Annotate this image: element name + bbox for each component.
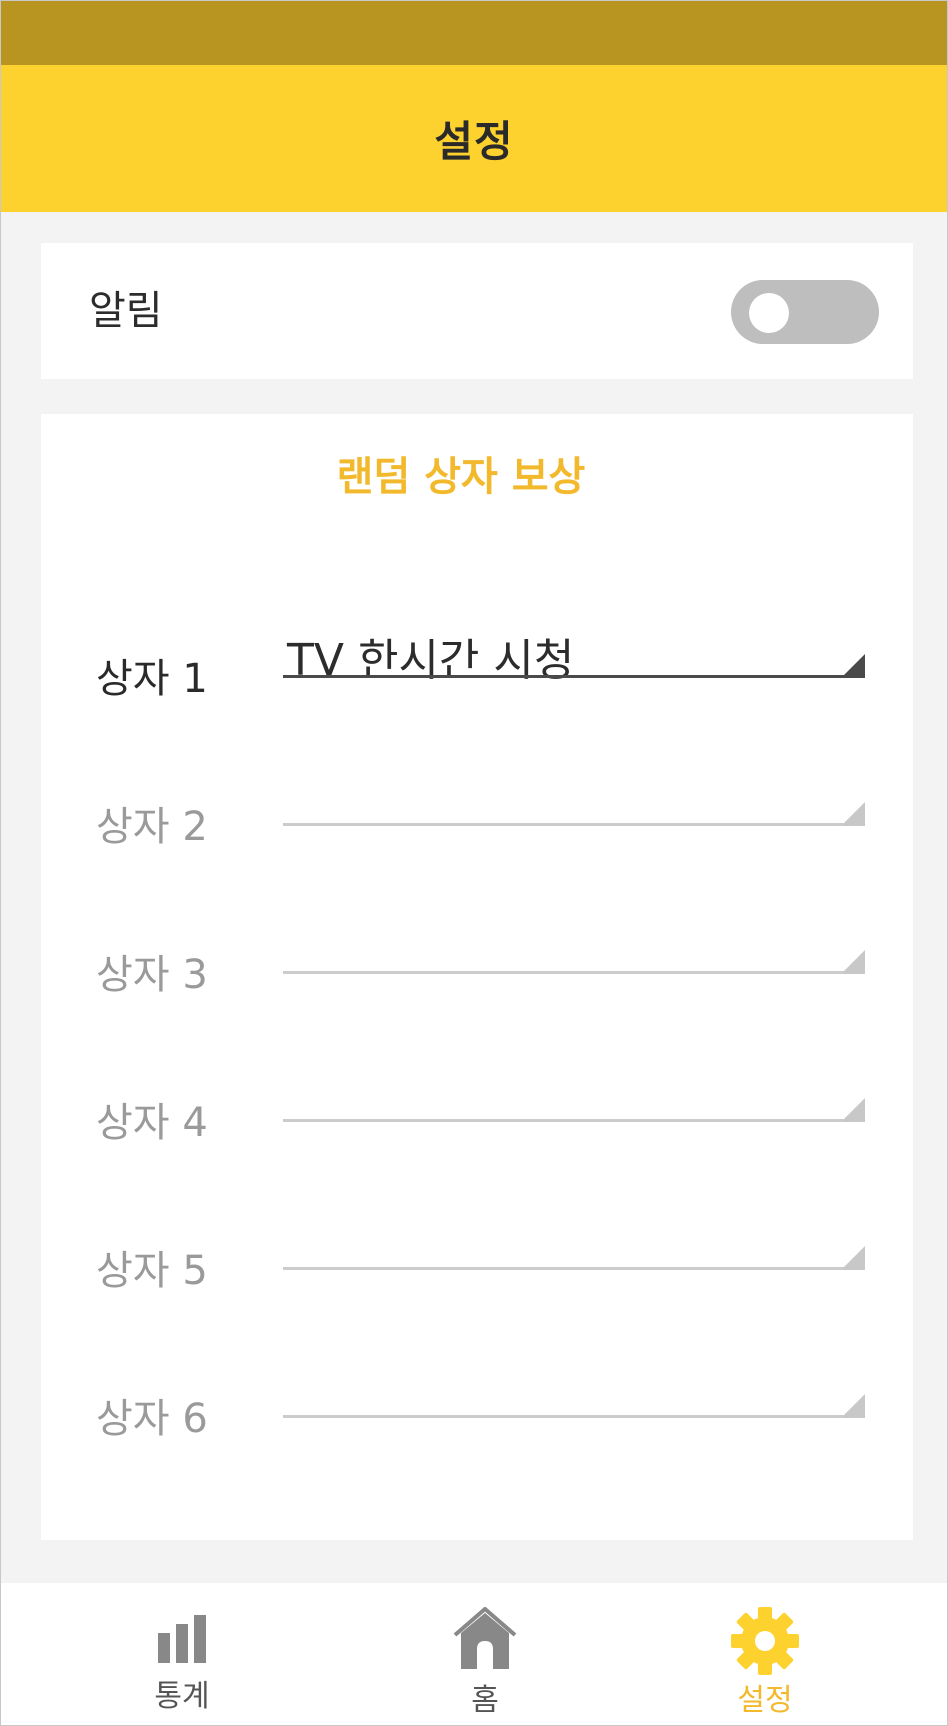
alarm-toggle[interactable] (731, 280, 879, 344)
alarm-setting-card: 알림 (41, 243, 913, 379)
box-label: 상자 2 (96, 804, 208, 850)
page-title: 설정 (434, 117, 514, 166)
home-icon (453, 1607, 517, 1669)
nav-label: 통계 (154, 1679, 210, 1714)
box-row-6: 상자 6 (41, 1344, 913, 1444)
box-row-1: 상자 1 TV 한시간 시청 (41, 604, 913, 704)
nav-item-stats[interactable]: 통계 (82, 1583, 282, 1725)
box-label: 상자 6 (96, 1396, 208, 1442)
dropdown-corner-icon (841, 802, 865, 826)
app-frame: 설정 알림 랜덤 상자 보상 상자 1 TV 한시간 시청 상자 2 상자 3 … (0, 0, 948, 1726)
status-bar (1, 1, 947, 65)
box-reward-select[interactable] (283, 752, 865, 852)
select-underline (283, 1415, 865, 1418)
nav-label: 설정 (737, 1683, 793, 1718)
dropdown-corner-icon (841, 1098, 865, 1122)
box-row-2: 상자 2 (41, 752, 913, 852)
gear-icon (731, 1607, 799, 1675)
reward-section-title: 랜덤 상자 보상 (336, 454, 586, 500)
bar-chart-icon (158, 1615, 206, 1663)
box-label: 상자 4 (96, 1100, 208, 1146)
select-underline (283, 1119, 865, 1122)
box-reward-select[interactable]: TV 한시간 시청 (283, 604, 865, 704)
box-reward-select[interactable] (283, 1196, 865, 1296)
box-reward-value: TV 한시간 시청 (287, 635, 575, 686)
box-label: 상자 5 (96, 1248, 208, 1294)
box-reward-select[interactable] (283, 1344, 865, 1444)
box-row-3: 상자 3 (41, 900, 913, 1000)
dropdown-corner-icon (841, 1394, 865, 1418)
box-reward-select[interactable] (283, 1048, 865, 1148)
box-row-5: 상자 5 (41, 1196, 913, 1296)
toggle-knob (749, 293, 789, 333)
box-label: 상자 3 (96, 952, 208, 998)
select-underline (283, 1267, 865, 1270)
nav-item-settings[interactable]: 설정 (665, 1583, 865, 1725)
dropdown-corner-icon (841, 950, 865, 974)
bottom-nav: 통계 홈 설정 (1, 1583, 947, 1725)
dropdown-corner-icon (841, 1246, 865, 1270)
alarm-label: 알림 (89, 288, 163, 334)
select-underline (283, 675, 865, 678)
random-box-reward-card: 랜덤 상자 보상 상자 1 TV 한시간 시청 상자 2 상자 3 상자 4 상… (41, 414, 913, 1540)
box-label: 상자 1 (96, 656, 208, 702)
nav-item-home[interactable]: 홈 (385, 1583, 585, 1725)
app-header: 설정 (1, 65, 947, 212)
box-row-4: 상자 4 (41, 1048, 913, 1148)
dropdown-corner-icon (841, 654, 865, 678)
select-underline (283, 971, 865, 974)
box-reward-select[interactable] (283, 900, 865, 1000)
select-underline (283, 823, 865, 826)
nav-label: 홈 (471, 1683, 499, 1718)
